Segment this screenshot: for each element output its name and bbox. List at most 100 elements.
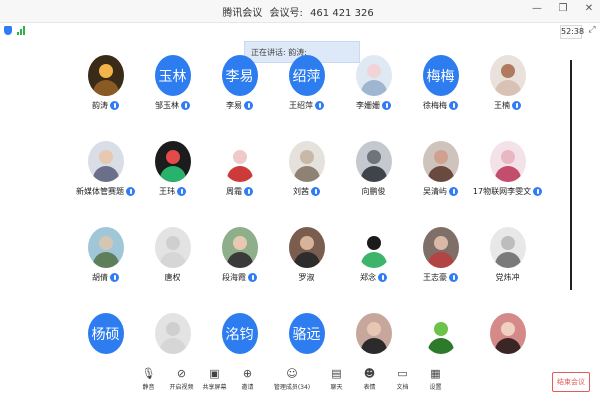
toolbar-invite-button[interactable]: ⊕ 邀请 — [231, 366, 264, 400]
participant-tile[interactable]: 唐权 — [139, 227, 206, 313]
minimize-icon[interactable]: — — [532, 3, 542, 15]
participant-tile[interactable]: 绍萍 王绍萍 — [273, 55, 340, 141]
avatar-initials: 绍萍 — [292, 68, 321, 85]
participant-name: 向鹏俊 — [361, 187, 386, 196]
participant-tile[interactable]: 胡倩 — [72, 227, 139, 313]
mic-icon — [449, 273, 458, 282]
avatar-head — [165, 236, 180, 250]
avatar-body — [293, 166, 320, 182]
toolbar-chat-button[interactable]: ▤ 聊天 — [320, 366, 353, 400]
avatar-body — [159, 252, 186, 268]
participant-row: 胡倩 唐权 段海霞 罗淑 郑念 王志豪 党炜冲 — [72, 227, 542, 313]
avatar-head — [500, 322, 515, 336]
scrollbar[interactable] — [570, 60, 572, 290]
participant-tile[interactable]: 王志豪 — [407, 227, 474, 313]
avatar-head — [366, 150, 381, 164]
video-off-icon: ⊘ — [176, 366, 187, 380]
participant-tile[interactable]: 李易 李易 — [206, 55, 273, 141]
participant-name: 李易 — [226, 101, 242, 110]
participant-tile[interactable]: 刘茜 — [273, 141, 340, 227]
avatar — [489, 55, 526, 96]
bottom-toolbar: 🎙 静音 ⊘ 开启视频 ▣ 共享屏幕 ⊕ 邀请 ☺ 管理成员(34) ▤ 聊天 ☻ 表情 ▭ 文档 ▦ 设置 — [132, 366, 452, 400]
avatar — [422, 313, 459, 354]
participant-name-row: 17物联网李雯文 — [472, 186, 543, 197]
document-icon: ▭ — [397, 366, 408, 380]
participant-tile[interactable]: 新媒体管赛题 — [72, 141, 139, 227]
toolbar-label: 文档 — [396, 384, 409, 391]
close-icon[interactable]: ✕ — [584, 3, 594, 15]
participant-tile[interactable]: 王楠 — [474, 55, 541, 141]
toolbar-members-button[interactable]: ☺ 管理成员(34) — [264, 366, 320, 400]
avatar-head — [299, 236, 314, 250]
participant-name-row: 唐权 — [165, 272, 181, 283]
end-meeting-button[interactable]: 结束会议 — [552, 372, 590, 392]
fullscreen-icon[interactable]: ⤢ — [587, 25, 597, 35]
participant-tile[interactable]: 向鹏俊 — [340, 141, 407, 227]
participant-tile[interactable] — [474, 313, 541, 399]
participant-name: 徐梅梅 — [423, 101, 447, 110]
avatar-body — [494, 338, 521, 354]
participant-name-row: 韵涛 — [92, 100, 119, 111]
mic-icon — [110, 101, 119, 110]
chat-icon: ▤ — [331, 366, 342, 380]
avatar-body — [159, 338, 186, 354]
participant-name: 李姗姗 — [356, 101, 380, 110]
participant-tile[interactable]: 李姗姗 — [340, 55, 407, 141]
window-title: 腾讯会议 会议号: 461 421 326 — [0, 4, 600, 19]
participant-name: 17物联网李雯文 — [472, 187, 532, 196]
avatar-head — [433, 236, 448, 250]
participant-tile[interactable]: 郑念 — [340, 227, 407, 313]
participant-name: 韵涛 — [92, 101, 108, 110]
avatar-head — [366, 322, 381, 336]
mic-icon — [533, 187, 543, 196]
avatar-head — [232, 236, 247, 250]
avatar-head — [500, 236, 515, 250]
shield-icon[interactable] — [4, 26, 12, 35]
signal-icon[interactable] — [17, 26, 25, 35]
toolbar-video-off-button[interactable]: ⊘ 开启视频 — [165, 366, 198, 400]
title-bar: 腾讯会议 会议号: 461 421 326 — ❐ ✕ — [0, 0, 600, 23]
participant-tile[interactable]: 梅梅 徐梅梅 — [407, 55, 474, 141]
participant-name: 王楠 — [494, 101, 510, 110]
participant-tile[interactable]: 韵涛 — [72, 55, 139, 141]
avatar-body — [92, 166, 119, 182]
toolbar-screen-share-button[interactable]: ▣ 共享屏幕 — [198, 366, 231, 400]
participant-name-row: 段海霞 — [222, 272, 257, 283]
avatar-head — [165, 150, 180, 164]
avatar-head — [98, 150, 113, 164]
participant-name-row: 王玮 — [159, 186, 186, 197]
avatar-body — [427, 338, 454, 354]
toolbar-emoji-button[interactable]: ☻ 表情 — [353, 366, 386, 400]
avatar-head — [500, 150, 515, 164]
participant-tile[interactable]: 玉林 邹玉林 — [139, 55, 206, 141]
participant-tile[interactable]: 17物联网李雯文 — [472, 141, 543, 227]
toolbar-settings-button[interactable]: ▦ 设置 — [419, 366, 452, 400]
toolbar-document-button[interactable]: ▭ 文档 — [386, 366, 419, 400]
participant-tile[interactable]: 王玮 — [139, 141, 206, 227]
participant-name: 周霜 — [226, 187, 242, 196]
participant-tile[interactable]: 周霜 — [206, 141, 273, 227]
participant-name-row: 郑念 — [360, 272, 387, 283]
avatar-head — [165, 322, 180, 336]
avatar-head — [433, 150, 448, 164]
toolbar-mic-button[interactable]: 🎙 静音 — [132, 366, 165, 400]
participant-tile[interactable]: 党炜冲 — [474, 227, 541, 313]
meeting-timer: 52:38 — [560, 25, 584, 39]
toolbar-label: 邀请 — [241, 384, 254, 391]
avatar-body — [226, 252, 253, 268]
avatar-text: 玉林 — [154, 55, 191, 96]
avatar — [355, 141, 392, 182]
avatar — [489, 141, 526, 182]
status-indicators — [4, 26, 25, 35]
participant-tile[interactable]: 吴清屿 — [407, 141, 474, 227]
restore-icon[interactable]: ❐ — [558, 3, 568, 15]
mic-icon — [177, 187, 186, 196]
participant-tile[interactable]: 段海霞 — [206, 227, 273, 313]
participant-tile[interactable]: 杨硕 — [72, 313, 139, 399]
participant-name: 邹玉林 — [155, 101, 179, 110]
mic-icon — [244, 187, 253, 196]
participant-tile[interactable]: 罗淑 — [273, 227, 340, 313]
members-icon: ☺ — [286, 366, 298, 380]
mic-icon — [126, 187, 135, 196]
mic-icon — [110, 273, 119, 282]
